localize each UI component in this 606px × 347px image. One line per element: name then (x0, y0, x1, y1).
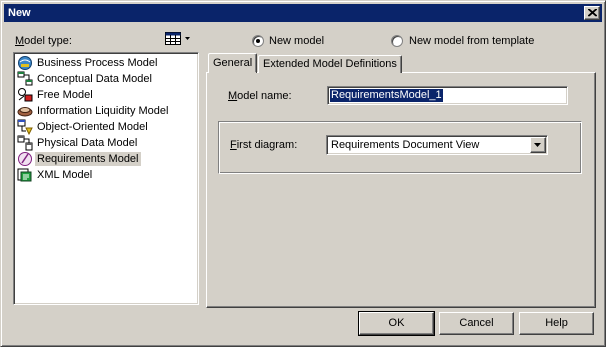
tab-general-label: General (213, 57, 253, 69)
business-process-model-icon (18, 56, 32, 70)
list-item-label: Conceptual Data Model (37, 73, 152, 85)
new-model-from-template-label[interactable]: New model from template (409, 35, 534, 48)
first-diagram-select[interactable]: Requirements Document View (326, 135, 548, 155)
model-type-list[interactable]: Business Process Model Conceptual Data M… (13, 52, 199, 305)
list-item-label: Object-Oriented Model (37, 121, 148, 133)
tab-general[interactable]: General (208, 53, 258, 75)
list-item-label: Information Liquidity Model (37, 105, 169, 117)
list-item-label: Requirements Model (35, 152, 141, 166)
tab-panel-general (206, 72, 596, 308)
list-item-label: Physical Data Model (37, 137, 138, 149)
list-item-physical-data-model[interactable]: Physical Data Model (16, 135, 196, 151)
list-item-label: XML Model (37, 169, 93, 181)
model-name-label: Model name: (228, 90, 292, 102)
close-button[interactable] (584, 6, 600, 20)
first-diagram-value: Requirements Document View (331, 139, 480, 151)
title-bar[interactable]: New (4, 4, 602, 22)
list-item-information-liquidity-model[interactable]: Information Liquidity Model (16, 103, 196, 119)
list-view-icon (165, 32, 190, 45)
list-item-xml-model[interactable]: XML Model (16, 167, 196, 183)
tab-extended-model-definitions-label: Extended Model Definitions (263, 58, 397, 70)
list-item-business-process-model[interactable]: Business Process Model (16, 55, 196, 71)
model-name-input[interactable]: RequirementsModel_1 (327, 86, 568, 105)
list-item-label: Business Process Model (37, 57, 158, 69)
window-title: New (8, 7, 31, 19)
list-item-requirements-model[interactable]: Requirements Model (16, 151, 196, 167)
ok-button[interactable]: OK (358, 311, 435, 336)
radio-selected-dot (256, 39, 260, 43)
first-diagram-dropdown-button[interactable] (530, 137, 546, 153)
information-liquidity-model-icon (17, 107, 33, 117)
first-diagram-label: First diagram: (230, 139, 298, 151)
object-oriented-model-icon (17, 119, 33, 135)
list-item-object-oriented-model[interactable]: Object-Oriented Model (16, 119, 196, 135)
new-model-radio[interactable] (252, 35, 264, 47)
requirements-model-icon (18, 152, 32, 166)
new-model-from-template-radio[interactable] (391, 35, 403, 47)
view-mode-button[interactable] (165, 32, 191, 46)
xml-model-icon (17, 168, 32, 182)
list-item-conceptual-data-model[interactable]: Conceptual Data Model (16, 71, 196, 87)
new-model-label[interactable]: New model (269, 35, 324, 48)
close-icon (588, 9, 597, 17)
free-model-icon (18, 88, 33, 102)
new-dialog: New Model type: New model New model from… (0, 0, 606, 347)
list-item-free-model[interactable]: Free Model (16, 87, 196, 103)
chevron-down-icon (534, 143, 541, 147)
tab-extended-model-definitions[interactable]: Extended Model Definitions (258, 55, 402, 73)
cancel-button[interactable]: Cancel (439, 312, 514, 335)
physical-data-model-icon (17, 135, 33, 151)
model-type-label: Model type: (15, 35, 72, 47)
help-button[interactable]: Help (519, 312, 594, 335)
conceptual-data-model-icon (17, 71, 33, 86)
list-item-label: Free Model (37, 89, 93, 101)
model-name-value: RequirementsModel_1 (330, 89, 443, 102)
